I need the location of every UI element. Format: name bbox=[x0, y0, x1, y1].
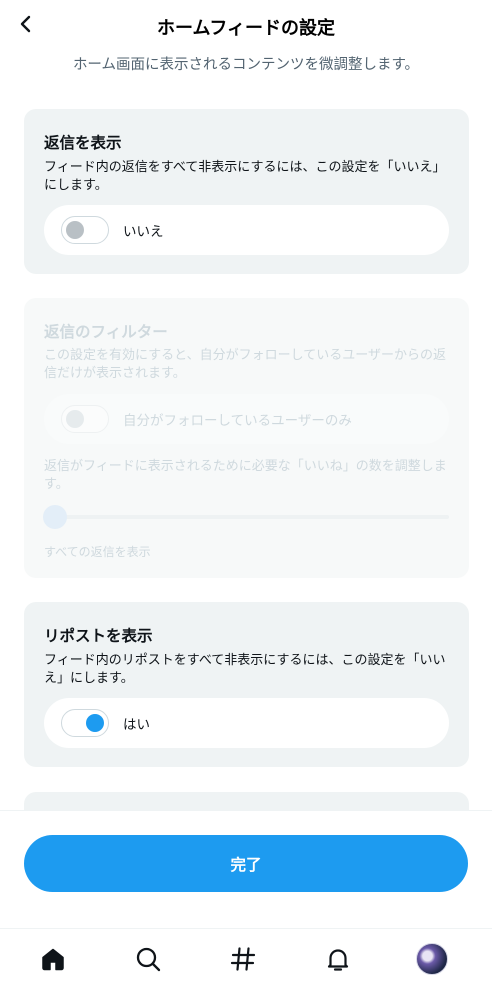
reply-filter-toggle[interactable]: 自分がフォローしているユーザーのみ bbox=[44, 394, 449, 444]
show-reposts-title: リポストを表示 bbox=[44, 627, 153, 645]
page-title: ホームフィードの設定 bbox=[156, 18, 336, 39]
hash-icon bbox=[230, 947, 256, 971]
reply-filter-switch[interactable] bbox=[61, 405, 109, 433]
done-button[interactable]: 完了 bbox=[24, 835, 468, 892]
likes-threshold-slider-thumb[interactable] bbox=[43, 505, 67, 529]
show-replies-switch[interactable] bbox=[61, 216, 109, 244]
show-replies-toggle[interactable]: いいえ bbox=[44, 205, 449, 255]
avatar bbox=[416, 943, 448, 975]
reply-filter-card: 返信のフィルター この設定を有効にすると、自分がフォローしているユーザーからの返… bbox=[24, 298, 469, 578]
home-icon bbox=[42, 948, 64, 971]
reply-filter-title: 返信のフィルター bbox=[44, 323, 168, 341]
show-replies-title: 返信を表示 bbox=[44, 134, 122, 152]
switch-knob bbox=[66, 409, 84, 428]
tab-feeds[interactable] bbox=[227, 943, 259, 975]
reply-filter-toggle-label: 自分がフォローしているユーザーのみ bbox=[123, 413, 352, 429]
tab-profile[interactable] bbox=[416, 943, 448, 975]
likes-slider-description: 返信がフィードに表示されるために必要な「いいね」の数を調整します。 bbox=[44, 459, 447, 492]
header: ホームフィードの設定 bbox=[0, 0, 492, 50]
switch-knob bbox=[86, 713, 104, 732]
show-reposts-description: フィード内のリポストをすべて非表示にするには、この設定を「いいえ」にします。 bbox=[44, 653, 446, 686]
show-reposts-switch[interactable] bbox=[61, 709, 109, 737]
bottom-tab-bar bbox=[0, 928, 492, 1001]
bell-icon bbox=[327, 949, 349, 971]
show-replies-description: フィード内の返信をすべて非表示にするには、この設定を「いいえ」にします。 bbox=[44, 160, 446, 193]
show-replies-card: 返信を表示 フィード内の返信をすべて非表示にするには、この設定を「いいえ」にしま… bbox=[24, 109, 469, 274]
page-subtitle: ホーム画面に表示されるコンテンツを微調整します。 bbox=[72, 57, 420, 73]
show-reposts-card: リポストを表示 フィード内のリポストをすべて非表示にするには、この設定を「いいえ… bbox=[24, 602, 469, 767]
search-icon bbox=[136, 947, 161, 972]
likes-slider-value-label: すべての返信を表示 bbox=[44, 545, 151, 559]
likes-threshold-slider[interactable] bbox=[44, 515, 449, 519]
tab-search[interactable] bbox=[132, 943, 164, 975]
show-reposts-toggle-label: はい bbox=[123, 717, 150, 733]
show-replies-toggle-label: いいえ bbox=[123, 224, 164, 240]
switch-knob bbox=[66, 220, 84, 239]
tab-home[interactable] bbox=[37, 943, 69, 975]
show-reposts-toggle[interactable]: はい bbox=[44, 698, 449, 748]
tab-notifications[interactable] bbox=[322, 943, 354, 975]
reply-filter-description: この設定を有効にすると、自分がフォローしているユーザーからの返信だけが表示されま… bbox=[44, 348, 446, 381]
